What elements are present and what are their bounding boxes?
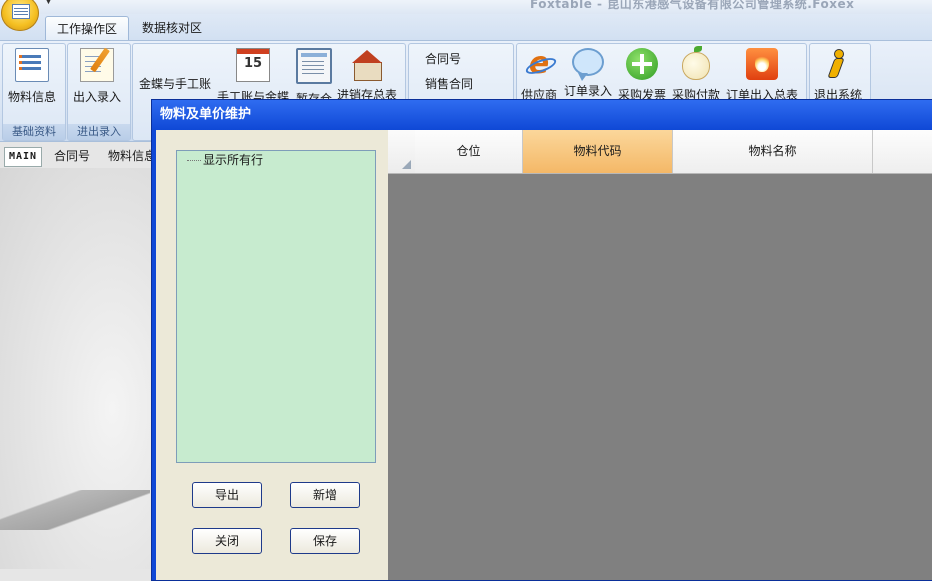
window-title: Foxtable - 昆山东港感气设备有限公司管理系统.Foxex [530,0,855,11]
house-icon [351,48,383,81]
menu-grid-icon [12,4,30,19]
order-io-summary-button[interactable]: 订单出入总表 [726,48,798,103]
running-man-icon [822,48,854,80]
screen-icon [296,48,332,84]
supplier-button[interactable]: e 供应商 [521,48,557,103]
document-tab-strip: MAIN 合同号 物料信息 [0,145,160,167]
ribbon-group-basic-data: 物料信息 基础资料 [2,43,66,141]
material-info-button[interactable]: 物料信息 [8,48,56,105]
grid-header: 仓位 物料代码 物料名称 规 [388,130,932,174]
filter-tree[interactable]: 显示所有行 [176,150,376,463]
speech-bubble-icon [572,48,604,81]
ribbon-group-label: 进出录入 [68,124,130,140]
material-info-label: 物料信息 [8,90,57,104]
dialog-body: 显示所有行 导出 新增 关闭 保存 仓位 物料代码 物料名称 规 [156,130,932,580]
tree-item-show-all[interactable]: 显示所有行 [187,151,263,168]
doc-tab-contract[interactable]: 合同号 [50,147,94,165]
tree-item-label: 显示所有行 [203,153,264,167]
order-entry-label: 订单录入 [564,84,613,98]
column-header-location[interactable]: 仓位 [415,130,523,173]
ribbon-group-entry: 出入录入 进出录入 [67,43,131,141]
ribbon-group-label: 基础资料 [3,124,65,140]
tab-data-check[interactable]: 数据核对区 [131,16,213,40]
manual-kingdee-button[interactable]: 手工账与金蝶 [217,48,289,105]
tab-work-area[interactable]: 工作操作区 [45,16,130,41]
material-price-dialog: 物料及单价维护 显示所有行 导出 新增 关闭 保存 仓位 物料代码 物料名称 规 [151,99,932,581]
purchase-payment-button[interactable]: 采购付款 [672,46,720,103]
apple-icon [682,46,710,80]
calendar-icon [236,48,270,82]
doc-tab-main[interactable]: MAIN [4,147,43,167]
kingdee-manual-button[interactable]: 金蝶与手工账 [139,75,211,92]
column-header-material-name[interactable]: 物料名称 [673,130,873,173]
column-header-spec[interactable]: 规 [873,130,932,173]
ribbon-tab-row: 工作操作区 数据核对区 [0,14,932,41]
purchase-invoice-button[interactable]: 采购发票 [618,48,666,103]
order-entry-button[interactable]: 订单录入 [564,48,612,99]
inventory-summary-button[interactable]: 进销存总表 [337,48,397,103]
title-bar: Foxtable - 昆山东港感气设备有限公司管理系统.Foxex [0,0,932,14]
close-button[interactable]: 关闭 [192,528,262,554]
green-plus-icon [626,48,658,80]
dialog-title[interactable]: 物料及单价维护 [152,100,932,130]
data-grid[interactable]: 仓位 物料代码 物料名称 规 [388,130,932,580]
column-header-material-code[interactable]: 物料代码 [523,130,673,173]
quick-access-dropdown-icon[interactable]: ▼ [45,0,52,6]
fire-icon [746,48,778,80]
exit-system-button[interactable]: 退出系统 [814,48,862,103]
e-browser-icon: e [523,48,555,80]
sales-contract-button[interactable]: 销售合同 [425,75,473,92]
list-icon [15,48,49,82]
select-all-corner[interactable] [388,130,416,173]
pencil-notepad-icon [80,48,114,82]
entry-button[interactable]: 出入录入 [73,48,121,105]
save-button[interactable]: 保存 [290,528,360,554]
contract-number-button[interactable]: 合同号 [425,50,461,67]
entry-label: 出入录入 [73,90,122,104]
background-decoration [0,490,150,530]
tree-connector [187,160,201,161]
export-button[interactable]: 导出 [192,482,262,508]
add-button[interactable]: 新增 [290,482,360,508]
